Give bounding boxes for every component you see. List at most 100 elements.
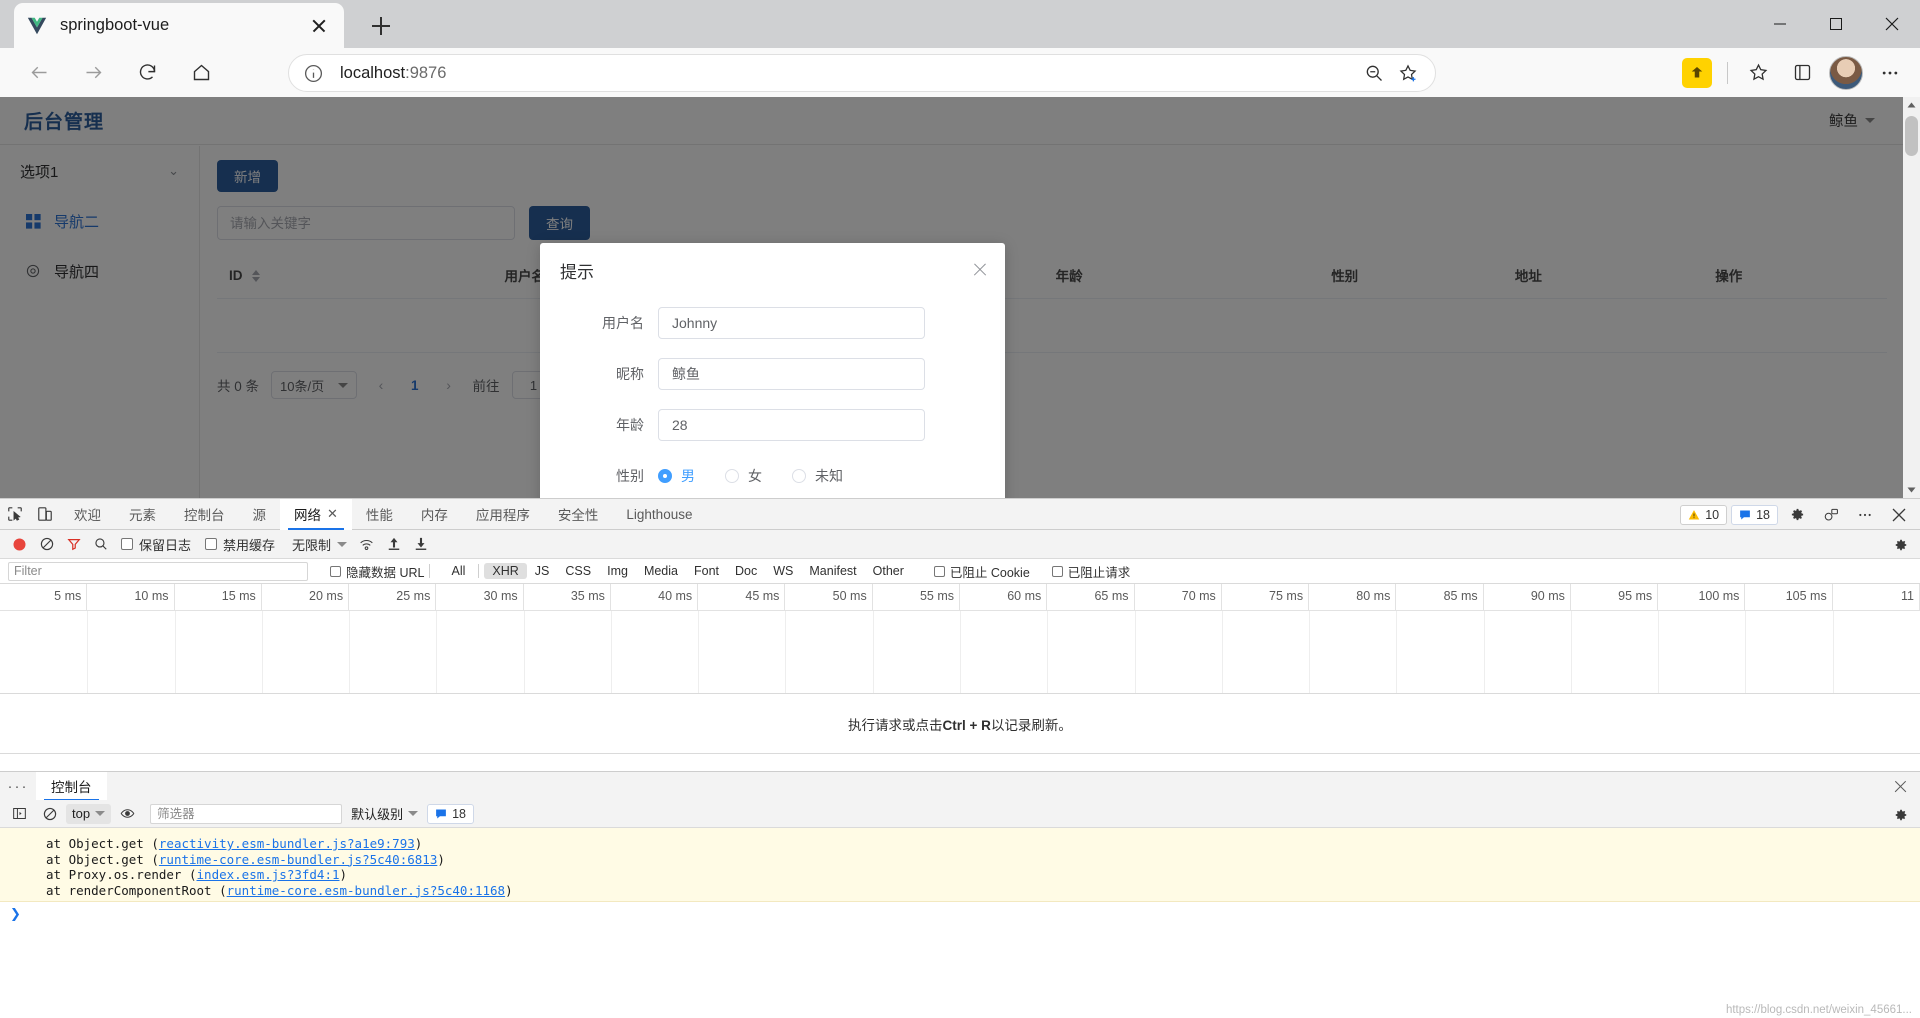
- timeline-gridline: [1221, 611, 1223, 693]
- filter-type-ws[interactable]: WS: [765, 563, 801, 579]
- console-filter-input[interactable]: [150, 803, 343, 824]
- star-plus-icon[interactable]: [1393, 58, 1423, 88]
- window-close-icon[interactable]: [1864, 0, 1920, 48]
- devtools-tab-memory[interactable]: 内存: [407, 499, 462, 530]
- console-controls: top 默认级别 18: [0, 800, 1920, 828]
- devtools-tab-network[interactable]: 网络 ✕: [280, 498, 352, 530]
- preserve-log-checkbox[interactable]: 保留日志: [121, 535, 191, 554]
- filter-type-css[interactable]: CSS: [557, 563, 599, 579]
- stack-source-link[interactable]: runtime-core.esm-bundler.js?5c40:6813: [159, 852, 437, 867]
- console-message-badge[interactable]: 18: [427, 803, 474, 824]
- filter-type-js[interactable]: JS: [527, 563, 558, 579]
- age-input[interactable]: [658, 409, 925, 441]
- minimize-icon[interactable]: [1752, 0, 1808, 48]
- devtools-tab-console[interactable]: 控制台: [170, 499, 239, 530]
- devtools-tab-application[interactable]: 应用程序: [462, 499, 544, 530]
- field-label-nickname: 昵称: [616, 366, 644, 382]
- address-bar[interactable]: localhost:9876: [288, 54, 1436, 92]
- tab-close-icon[interactable]: [306, 13, 332, 39]
- filter-type-media[interactable]: Media: [636, 563, 686, 579]
- new-tab-button[interactable]: [365, 10, 397, 42]
- stack-source-link[interactable]: index.esm.js?3fd4:1: [197, 867, 340, 882]
- home-icon[interactable]: [174, 48, 228, 97]
- stack-source-link[interactable]: reactivity.esm-bundler.js?a1e9:793: [159, 836, 415, 851]
- extension-icon[interactable]: [1675, 51, 1719, 95]
- browser-more-icon[interactable]: [1868, 51, 1912, 95]
- filter-type-all[interactable]: All: [443, 563, 473, 579]
- devtools-tab-lighthouse[interactable]: Lighthouse: [612, 499, 706, 530]
- timeline-gridline: [523, 611, 525, 693]
- filter-type-manifest[interactable]: Manifest: [801, 563, 864, 579]
- devtools-more-icon[interactable]: [1850, 499, 1880, 530]
- timeline-tick-label: 60 ms: [1007, 589, 1042, 603]
- import-har-icon[interactable]: [380, 530, 407, 559]
- filter-type-xhr[interactable]: XHR: [484, 563, 527, 579]
- username-input[interactable]: [658, 307, 925, 339]
- checkbox-box: [1051, 565, 1063, 577]
- console-settings-gear-icon[interactable]: [1887, 800, 1914, 829]
- warning-badge[interactable]: 10: [1680, 504, 1728, 525]
- filter-type-img[interactable]: Img: [599, 563, 636, 579]
- favorites-icon[interactable]: [1736, 51, 1780, 95]
- devtools-settings-gear-icon[interactable]: [1782, 499, 1812, 530]
- maximize-icon[interactable]: [1808, 0, 1864, 48]
- network-settings-gear-icon[interactable]: [1887, 530, 1914, 559]
- filter-type-font[interactable]: Font: [686, 563, 727, 579]
- inspect-element-icon[interactable]: [0, 499, 30, 530]
- timeline-gridline: [872, 611, 874, 693]
- disable-cache-checkbox[interactable]: 禁用缓存: [205, 535, 275, 554]
- devtools-tab-welcome[interactable]: 欢迎: [60, 499, 115, 530]
- scroll-down-icon[interactable]: [1903, 481, 1920, 498]
- gender-radio-female[interactable]: 女: [725, 466, 762, 486]
- device-toolbar-icon[interactable]: [30, 499, 60, 530]
- drawer-more-icon[interactable]: ···: [0, 772, 36, 801]
- scroll-up-icon[interactable]: [1903, 97, 1920, 114]
- hide-data-urls-checkbox[interactable]: 隐藏数据 URL: [330, 562, 424, 581]
- gender-radio-unknown[interactable]: 未知: [792, 466, 843, 486]
- blocked-requests-checkbox[interactable]: 已阻止请求: [1051, 562, 1130, 581]
- drawer-close-icon[interactable]: [1891, 777, 1910, 796]
- zoom-out-icon[interactable]: [1359, 58, 1389, 88]
- blocked-cookies-checkbox[interactable]: 已阻止 Cookie: [933, 562, 1030, 581]
- close-icon[interactable]: [969, 259, 991, 281]
- throttling-select[interactable]: 无限制: [286, 534, 353, 555]
- network-filter-input[interactable]: [8, 561, 308, 581]
- console-context-select[interactable]: top: [66, 803, 112, 824]
- devtools-tab-elements[interactable]: 元素: [115, 499, 170, 530]
- info-icon[interactable]: [303, 63, 324, 84]
- console-clear-icon[interactable]: [36, 799, 63, 828]
- clear-icon[interactable]: [33, 530, 60, 559]
- live-expression-icon[interactable]: [114, 799, 141, 828]
- devtools-tab-security[interactable]: 安全性: [544, 499, 613, 530]
- back-arrow-icon[interactable]: [12, 48, 66, 97]
- gender-radio-male[interactable]: 男: [658, 466, 695, 486]
- network-conditions-icon[interactable]: [353, 530, 380, 559]
- message-badge[interactable]: 18: [1731, 504, 1778, 525]
- reload-icon[interactable]: [120, 48, 174, 97]
- devtools-tab-performance[interactable]: 性能: [352, 499, 407, 530]
- blocked-cookies-label: 已阻止 Cookie: [949, 565, 1030, 580]
- collections-icon[interactable]: [1780, 51, 1824, 95]
- export-har-icon[interactable]: [407, 530, 434, 559]
- console-prompt[interactable]: ❯: [0, 902, 1920, 922]
- console-level-select[interactable]: 默认级别: [345, 804, 424, 824]
- network-timeline[interactable]: 5 ms 10 ms 15 ms 20 ms 25 ms 30 ms 35 ms 40 ms 4…: [0, 584, 1920, 694]
- record-icon[interactable]: [6, 530, 33, 559]
- drawer-tab-console[interactable]: 控制台: [36, 771, 107, 801]
- tab-close-icon[interactable]: ✕: [327, 506, 338, 522]
- filter-type-doc[interactable]: Doc: [727, 563, 765, 579]
- console-sidebar-icon[interactable]: [6, 799, 33, 828]
- browser-tab[interactable]: springboot-vue: [14, 3, 344, 48]
- forward-arrow-icon[interactable]: [66, 48, 120, 97]
- filter-icon[interactable]: [60, 530, 87, 559]
- filter-type-other[interactable]: Other: [865, 563, 912, 579]
- nickname-input[interactable]: [658, 358, 925, 390]
- devtools-customize-icon[interactable]: [1816, 499, 1846, 530]
- devtools-close-icon[interactable]: [1884, 499, 1914, 530]
- devtools-tab-sources[interactable]: 源: [239, 499, 281, 530]
- stack-source-link[interactable]: runtime-core.esm-bundler.js?5c40:1168: [227, 883, 505, 898]
- scrollbar-thumb[interactable]: [1905, 116, 1918, 156]
- page-scrollbar[interactable]: [1903, 97, 1920, 498]
- profile-avatar[interactable]: [1824, 51, 1868, 95]
- search-icon[interactable]: [87, 530, 114, 559]
